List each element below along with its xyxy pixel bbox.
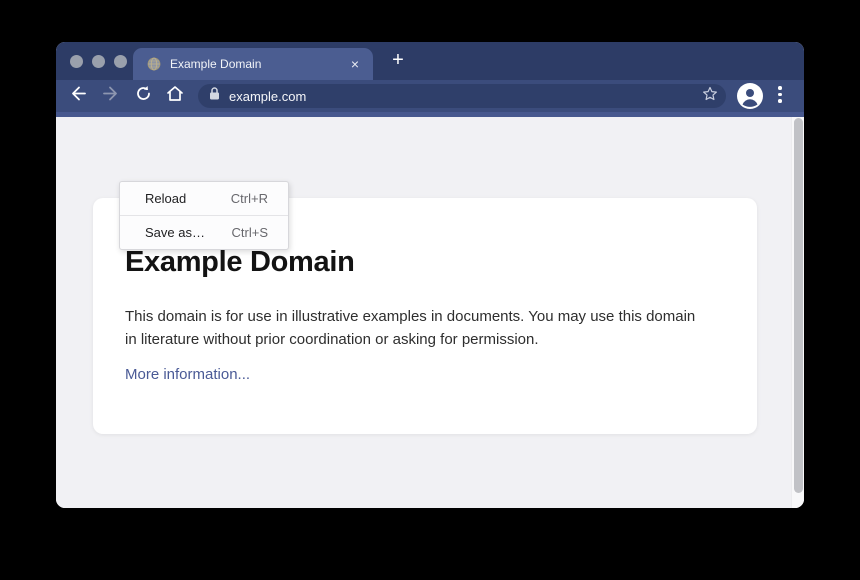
- minimize-window-button[interactable]: [92, 55, 105, 68]
- page-viewport: Reload Ctrl+R Save as… Ctrl+S Example Do…: [56, 117, 804, 508]
- tab-example-domain[interactable]: Example Domain ×: [133, 48, 373, 80]
- home-button[interactable]: [166, 85, 184, 107]
- scrollbar-thumb[interactable]: [794, 118, 803, 493]
- back-button[interactable]: [69, 86, 87, 107]
- page-body-text: This domain is for use in illustrative e…: [125, 305, 710, 351]
- menu-item-label: Save as…: [145, 225, 205, 240]
- context-menu-item-reload[interactable]: Reload Ctrl+R: [120, 182, 288, 215]
- more-information-link[interactable]: More information...: [125, 366, 250, 383]
- tab-close-icon[interactable]: ×: [347, 57, 363, 71]
- maximize-window-button[interactable]: [114, 55, 127, 68]
- menu-item-shortcut: Ctrl+R: [231, 191, 268, 206]
- browser-menu-icon[interactable]: [778, 86, 782, 103]
- lock-icon: [209, 87, 220, 105]
- globe-favicon-icon: [147, 57, 161, 71]
- menu-item-label: Reload: [145, 191, 186, 206]
- forward-button[interactable]: [102, 86, 120, 107]
- scrollbar-track[interactable]: [791, 117, 804, 508]
- url-text: example.com: [229, 89, 702, 104]
- address-bar[interactable]: example.com: [198, 84, 726, 108]
- bookmark-star-icon[interactable]: [702, 86, 718, 107]
- toolbar: example.com: [56, 80, 804, 112]
- context-menu-item-save-as[interactable]: Save as… Ctrl+S: [120, 215, 288, 249]
- context-menu: Reload Ctrl+R Save as… Ctrl+S: [119, 181, 289, 250]
- profile-avatar-icon[interactable]: [737, 83, 763, 114]
- new-tab-button[interactable]: +: [386, 49, 410, 73]
- window-controls: [70, 55, 127, 68]
- browser-window: Example Domain × +: [56, 42, 804, 508]
- menu-item-shortcut: Ctrl+S: [232, 225, 268, 240]
- close-window-button[interactable]: [70, 55, 83, 68]
- tab-title: Example Domain: [170, 57, 347, 71]
- reload-button[interactable]: [135, 85, 152, 107]
- titlebar: Example Domain × +: [56, 42, 804, 80]
